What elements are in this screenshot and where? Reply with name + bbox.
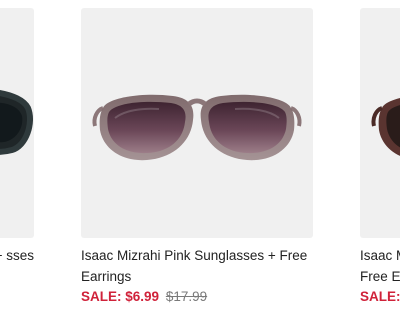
original-price: $17.99 [165, 289, 208, 304]
product-image[interactable] [0, 8, 34, 238]
product-title[interactable]: sses + [0, 245, 34, 266]
product-title[interactable]: Isaac M Free E [360, 245, 400, 287]
price-row: SALE: [360, 287, 400, 307]
product-image[interactable] [360, 8, 400, 238]
sunglasses-image [0, 90, 33, 155]
product-card[interactable]: Isaac Mizrahi Pink Sunglasses + Free Ear… [81, 8, 313, 307]
sale-label: SALE: [360, 289, 400, 304]
sale-price: $6.99 [125, 289, 160, 304]
price-row: SALE: $6.99 $17.99 [81, 287, 313, 307]
sunglasses-image [92, 94, 302, 161]
sunglasses-image [371, 98, 400, 156]
product-title-line: Isaac M [360, 248, 400, 263]
product-title[interactable]: Isaac Mizrahi Pink Sunglasses + Free Ear… [81, 245, 313, 287]
product-card-left-partial[interactable]: sses + [0, 8, 34, 266]
product-image[interactable] [81, 8, 313, 238]
sale-label: SALE: [81, 289, 122, 304]
product-title-line: Free E [360, 269, 400, 284]
product-card-right-partial[interactable]: Isaac M Free E SALE: [360, 8, 400, 307]
